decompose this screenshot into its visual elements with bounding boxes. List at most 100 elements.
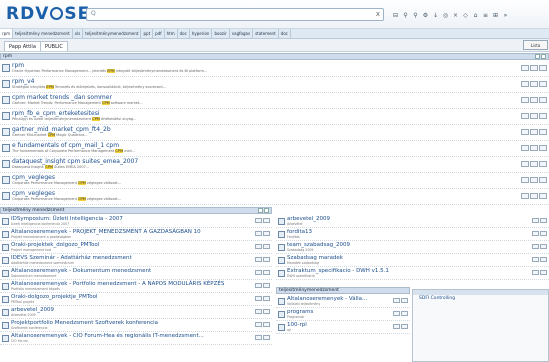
download-icon[interactable] bbox=[530, 65, 538, 71]
result-row[interactable]: e fundamentals of cpm_mail_1 cpm The fund… bbox=[0, 141, 549, 157]
result-row[interactable]: cpm_vegleges Corporate Performance Manage… bbox=[0, 173, 549, 189]
toolbar-icon[interactable]: ◇ bbox=[462, 12, 469, 19]
result-row[interactable]: Altalanoseremenyek - CIO Forum-Hea és re… bbox=[0, 332, 272, 345]
result-row[interactable]: Altalanoseremenyek - PROJEKT_MENEDZSMENT… bbox=[0, 228, 272, 241]
result-row[interactable]: programs Programok bbox=[276, 308, 410, 321]
toolbar-icon[interactable]: ⌂ bbox=[472, 12, 479, 19]
open-icon[interactable] bbox=[255, 283, 262, 288]
tag-item[interactable]: statement bbox=[253, 29, 279, 38]
tag-item[interactable]: teljesítmény menedzsment bbox=[13, 29, 73, 38]
tag-item[interactable]: ppt bbox=[141, 29, 154, 38]
download-icon[interactable] bbox=[263, 322, 270, 327]
open-icon[interactable] bbox=[521, 81, 529, 87]
result-title[interactable]: cpm market trends _dan sommer bbox=[12, 94, 112, 101]
download-icon[interactable] bbox=[530, 177, 538, 183]
open-icon[interactable] bbox=[255, 270, 262, 275]
close-icon[interactable] bbox=[541, 54, 546, 59]
tag-item[interactable]: htm bbox=[165, 29, 178, 38]
search-input[interactable]: Q x bbox=[86, 8, 384, 21]
open-icon[interactable] bbox=[521, 193, 529, 199]
clear-search-icon[interactable]: x bbox=[376, 10, 380, 18]
tag-item[interactable]: doc bbox=[178, 29, 190, 38]
result-row[interactable]: Extraktum_specifikacio - DWH v1.5.1 DWH s… bbox=[276, 267, 549, 280]
download-icon[interactable] bbox=[263, 244, 270, 249]
download-icon[interactable] bbox=[540, 257, 547, 262]
result-title[interactable]: cpm_vegleges bbox=[12, 174, 55, 181]
tab-public[interactable]: PUBLIC bbox=[40, 41, 68, 51]
download-icon[interactable] bbox=[401, 311, 408, 316]
result-row[interactable]: dataquest_insight cpm suites_emea_2007 Da… bbox=[0, 157, 549, 173]
open-icon[interactable] bbox=[521, 113, 529, 119]
open-icon[interactable] bbox=[521, 129, 529, 135]
result-title[interactable]: cpm_vegleges bbox=[12, 190, 55, 197]
result-row[interactable]: team_szabadsag_2009 Szabadság 2009 bbox=[276, 241, 549, 254]
open-icon[interactable] bbox=[255, 244, 262, 249]
info-icon[interactable] bbox=[539, 97, 547, 103]
tag-item[interactable]: xls bbox=[73, 29, 84, 38]
result-row[interactable]: fordita13 Fordítás bbox=[276, 228, 549, 241]
tag-item[interactable]: hyperion bbox=[190, 29, 213, 38]
download-icon[interactable] bbox=[530, 81, 538, 87]
toolbar-icon[interactable]: ↓ bbox=[432, 12, 439, 19]
result-row[interactable]: Altalanoseremenyek - Dokumentum menedzsm… bbox=[0, 267, 272, 280]
download-icon[interactable] bbox=[401, 324, 408, 329]
toolbar-icon[interactable]: ≡ bbox=[482, 12, 489, 19]
open-icon[interactable] bbox=[532, 270, 539, 275]
open-icon[interactable] bbox=[532, 257, 539, 262]
open-icon[interactable] bbox=[521, 161, 529, 167]
open-icon[interactable] bbox=[532, 231, 539, 236]
toolbar-icon[interactable]: ⚙ bbox=[422, 12, 429, 19]
tag-item[interactable]: rpm bbox=[0, 29, 14, 38]
open-icon[interactable] bbox=[393, 324, 400, 329]
result-row[interactable]: arbevetel_2009 Árbevétel bbox=[276, 215, 549, 228]
tab-papp-attila[interactable]: Papp Attila bbox=[4, 41, 41, 51]
result-row[interactable]: rpm_fb_e_cpm_erteketesitesi Pénzügyi és ü… bbox=[0, 109, 549, 125]
info-icon[interactable] bbox=[539, 81, 547, 87]
result-row[interactable]: gartner_mid_market_cpm_ft4_2b Gartner Mid… bbox=[0, 125, 549, 141]
toolbar-icon[interactable]: ⚲ bbox=[402, 12, 409, 19]
download-icon[interactable] bbox=[263, 257, 270, 262]
tag-item[interactable]: vagfogas bbox=[230, 29, 254, 38]
app-logo[interactable]: RDV SE bbox=[6, 4, 90, 24]
result-row[interactable]: Oraki-projektek_dolgozo_PMTool Project ma… bbox=[0, 241, 272, 254]
close-icon[interactable] bbox=[264, 208, 269, 213]
result-title[interactable]: dataquest_insight cpm suites_emea_2007 bbox=[12, 158, 138, 165]
open-icon[interactable] bbox=[521, 145, 529, 151]
tag-item[interactable]: boozir bbox=[212, 29, 230, 38]
list-button[interactable]: Lista bbox=[523, 40, 548, 50]
result-title[interactable]: e fundamentals of cpm_mail_1 cpm bbox=[12, 142, 119, 149]
open-icon[interactable] bbox=[393, 298, 400, 303]
result-row[interactable]: rpm_v4 Stratégiai irányítás EPM Tervezés … bbox=[0, 77, 549, 93]
open-icon[interactable] bbox=[255, 296, 262, 301]
download-icon[interactable] bbox=[401, 298, 408, 303]
download-icon[interactable] bbox=[263, 231, 270, 236]
result-row[interactable]: arbevetel_2009 Árbevétel 2009 bbox=[0, 306, 272, 319]
download-icon[interactable] bbox=[540, 231, 547, 236]
open-icon[interactable] bbox=[255, 309, 262, 314]
result-title[interactable]: rpm_fb_e_cpm_erteketesitesi bbox=[12, 110, 100, 117]
tag-item[interactable]: pdf bbox=[153, 29, 165, 38]
download-icon[interactable] bbox=[530, 161, 538, 167]
download-icon[interactable] bbox=[540, 244, 547, 249]
open-icon[interactable] bbox=[255, 231, 262, 236]
download-icon[interactable] bbox=[530, 113, 538, 119]
download-icon[interactable] bbox=[530, 129, 538, 135]
result-title[interactable]: rpm_v4 bbox=[12, 78, 35, 85]
download-icon[interactable] bbox=[540, 218, 547, 223]
open-icon[interactable] bbox=[521, 65, 529, 71]
result-row[interactable]: Altalanoseremenyek - Válla... Vállalati t… bbox=[276, 295, 410, 308]
info-icon[interactable] bbox=[539, 113, 547, 119]
open-icon[interactable] bbox=[532, 244, 539, 249]
open-icon[interactable] bbox=[532, 218, 539, 223]
open-icon[interactable] bbox=[255, 218, 262, 223]
tag-item[interactable]: teljesítménymenedzsment bbox=[83, 29, 142, 38]
download-icon[interactable] bbox=[263, 309, 270, 314]
toolbar-icon[interactable]: × bbox=[452, 12, 459, 19]
download-icon[interactable] bbox=[530, 193, 538, 199]
result-row[interactable]: cpm market trends _dan sommer Gartner: Ma… bbox=[0, 93, 549, 109]
open-icon[interactable] bbox=[521, 97, 529, 103]
toolbar-icon[interactable]: ⚲ bbox=[412, 12, 419, 19]
result-title[interactable]: rpm bbox=[12, 62, 24, 69]
toolbar-icon[interactable]: ◎ bbox=[442, 12, 449, 19]
info-icon[interactable] bbox=[539, 193, 547, 199]
